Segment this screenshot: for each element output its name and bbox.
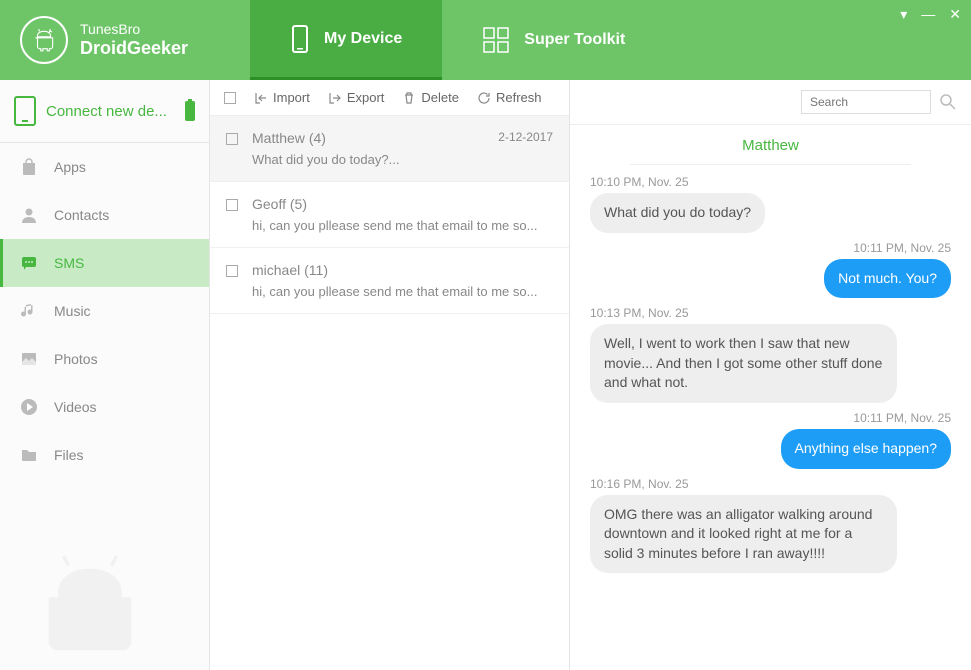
minimize-icon[interactable]: — — [921, 6, 935, 23]
search-toolbar — [570, 80, 971, 125]
android-logo-icon — [20, 16, 68, 64]
conversation-checkbox[interactable] — [226, 265, 238, 277]
sidebar-item-music[interactable]: Music — [0, 287, 209, 335]
sms-toolbar: Import Export Delete Refresh — [210, 80, 569, 116]
sidebar-item-videos[interactable]: Videos — [0, 383, 209, 431]
search-icon[interactable] — [939, 93, 957, 111]
person-icon — [18, 205, 40, 225]
close-icon[interactable]: ✕ — [949, 6, 961, 23]
message-outgoing: Anything else happen? — [781, 429, 951, 469]
sidebar: Connect new de... Apps Contacts SMS Musi… — [0, 80, 210, 670]
logo-section: TunesBro DroidGeeker — [0, 0, 250, 80]
trash-icon — [402, 91, 416, 105]
sidebar-item-label: Apps — [54, 159, 86, 175]
grid-icon — [482, 26, 510, 54]
chat-panel: Matthew 10:10 PM, Nov. 25 What did you d… — [570, 80, 971, 670]
sidebar-item-label: SMS — [54, 255, 84, 271]
sidebar-item-label: Files — [54, 447, 84, 463]
import-button[interactable]: Import — [254, 90, 310, 105]
select-all-checkbox[interactable] — [224, 92, 236, 104]
delete-button[interactable]: Delete — [402, 90, 459, 105]
sidebar-item-contacts[interactable]: Contacts — [0, 191, 209, 239]
message-timestamp: 10:16 PM, Nov. 25 — [590, 477, 951, 491]
message-timestamp: 10:13 PM, Nov. 25 — [590, 306, 951, 320]
brand-name: TunesBro — [80, 21, 188, 38]
phone-outline-icon — [14, 96, 36, 126]
search-input[interactable] — [801, 90, 931, 114]
sidebar-item-photos[interactable]: Photos — [0, 335, 209, 383]
music-icon — [18, 301, 40, 321]
sidebar-item-label: Contacts — [54, 207, 109, 223]
sidebar-item-sms[interactable]: SMS — [0, 239, 209, 287]
sidebar-item-apps[interactable]: Apps — [0, 143, 209, 191]
message-incoming: Well, I went to work then I saw that new… — [590, 324, 897, 403]
refresh-icon — [477, 91, 491, 105]
conversation-item[interactable]: Matthew (4) 2-12-2017 What did you do to… — [210, 116, 569, 182]
conversation-list: Matthew (4) 2-12-2017 What did you do to… — [210, 116, 569, 670]
tab-label: Super Toolkit — [524, 31, 625, 49]
play-icon — [18, 397, 40, 417]
conversation-panel: Import Export Delete Refresh Matthew (4) — [210, 80, 570, 670]
product-name: DroidGeeker — [80, 38, 188, 60]
tab-super-toolkit[interactable]: Super Toolkit — [442, 0, 665, 80]
image-icon — [18, 349, 40, 369]
conversation-checkbox[interactable] — [226, 133, 238, 145]
import-icon — [254, 91, 268, 105]
app-header: TunesBro DroidGeeker My Device Super Too… — [0, 0, 971, 80]
connect-device[interactable]: Connect new de... — [0, 80, 209, 143]
message-incoming: OMG there was an alligator walking aroun… — [590, 495, 897, 574]
window-controls: ▾ — ✕ — [900, 6, 961, 23]
chat-contact-name: Matthew — [630, 137, 911, 165]
bag-icon — [18, 157, 40, 177]
chat-icon — [18, 253, 40, 273]
refresh-button[interactable]: Refresh — [477, 90, 542, 105]
conversation-item[interactable]: michael (11) hi, can you pllease send me… — [210, 248, 569, 314]
message-timestamp: 10:11 PM, Nov. 25 — [590, 241, 951, 255]
sidebar-item-label: Music — [54, 303, 91, 319]
tab-my-device[interactable]: My Device — [250, 0, 442, 80]
chat-messages: Matthew 10:10 PM, Nov. 25 What did you d… — [570, 125, 971, 670]
message-timestamp: 10:11 PM, Nov. 25 — [590, 411, 951, 425]
export-button[interactable]: Export — [328, 90, 385, 105]
menu-icon[interactable]: ▾ — [900, 6, 907, 23]
message-outgoing: Not much. You? — [824, 259, 951, 299]
folder-icon — [18, 445, 40, 465]
sidebar-item-files[interactable]: Files — [0, 431, 209, 479]
sidebar-item-label: Videos — [54, 399, 97, 415]
connect-label: Connect new de... — [46, 103, 167, 120]
sidebar-item-label: Photos — [54, 351, 98, 367]
conversation-checkbox[interactable] — [226, 199, 238, 211]
phone-icon — [290, 24, 310, 54]
message-incoming: What did you do today? — [590, 193, 765, 233]
conversation-item[interactable]: Geoff (5) hi, can you pllease send me th… — [210, 182, 569, 248]
android-watermark-icon — [20, 550, 160, 670]
message-timestamp: 10:10 PM, Nov. 25 — [590, 175, 951, 189]
tab-label: My Device — [324, 30, 402, 48]
export-icon — [328, 91, 342, 105]
battery-icon — [185, 101, 195, 121]
